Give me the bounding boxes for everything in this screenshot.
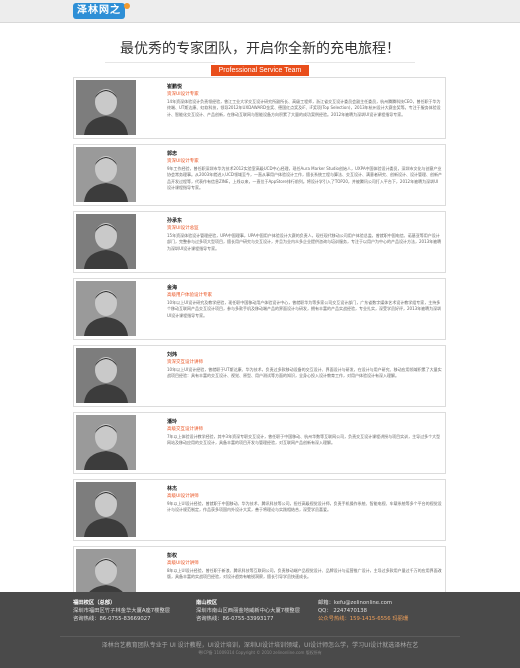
expert-role: 资深交互设计讲师 xyxy=(167,360,203,365)
expert-name: 刘炜 xyxy=(167,352,178,358)
site-logo[interactable]: 泽林网之 xyxy=(73,3,125,19)
expert-info: 金海高级用户体验设计专家 10年以上UI设计研究及教学经验，现任职中国移动用户体验… xyxy=(167,284,442,319)
footer-email-link[interactable]: 邮箱：kefu@zelinonline.com xyxy=(318,599,408,607)
footer: 福田校区（总部） 深圳市福田区竹子林金华大厦A座7楼整层 咨询热线：86-075… xyxy=(0,592,520,668)
expert-role: 高级用户体验设计专家 xyxy=(167,293,212,298)
footer-nanshan-address: 深圳市南山区西丽金地威新中心大厦7楼整层 xyxy=(196,608,301,614)
expert-info: 彭权高级UI设计讲师 8年以上UI设计经验，曾任职于新浪、腾讯科技等互联网公司，负… xyxy=(167,552,442,581)
expert-role: 资深UI设计总监 xyxy=(167,226,199,231)
expert-photo xyxy=(76,80,136,135)
expert-photo xyxy=(76,348,136,403)
expert-photo xyxy=(76,281,136,336)
expert-photo xyxy=(76,147,136,202)
expert-info: 崔鹏悦资深UI设计专家 14年资深体验设计负责领经验，曾江工业大学交互设计研究所副… xyxy=(167,83,442,118)
expert-role: 高级UI设计讲师 xyxy=(167,494,199,499)
page-title: 最优秀的专家团队，开启你全新的充电旅程！ xyxy=(120,41,400,57)
expert-card: 孙承东资深UI设计总监 15年资深体验设计管理经验，UPA中国理事，UPA中国用户… xyxy=(73,211,446,273)
expert-name: 郭忠 xyxy=(167,151,178,157)
expert-card: 林杰高级UI设计讲师 9年以上UI设计经验，曾就职于中国移动、华为技术、腾讯科技等… xyxy=(73,479,446,541)
expert-name: 林杰 xyxy=(167,486,178,492)
footer-qq[interactable]: QQ： 2247470138 xyxy=(318,607,408,615)
expert-role: 高级交互设计讲师 xyxy=(167,427,203,432)
expert-card: 刘炜资深交互设计讲师 10年以上UI设计经验，曾就职于UT斯达康、华为技术，负责过… xyxy=(73,345,446,407)
expert-card: 郭忠资深UI设计专家 9年工作经验，曾任职深圳市华为技术2012实验室高级UCD中… xyxy=(73,144,446,206)
logo-dot-icon xyxy=(124,3,130,9)
expert-info: 郭忠资深UI设计专家 9年工作经验，曾任职深圳市华为技术2012实验室高级UCD中… xyxy=(167,150,442,191)
tagline-badge: Professional Service Team xyxy=(210,65,310,76)
footer-divider xyxy=(60,636,460,637)
footer-nanshan-title: 南山校区 xyxy=(196,600,218,606)
expert-card: 崔鹏悦资深UI设计专家 14年资深体验设计负责领经验，曾江工业大学交互设计研究所副… xyxy=(73,77,446,139)
expert-info: 潘玲高级交互设计讲师 7年以上体验设计教学经验，其中3年资深专职交互设计，曾任职于… xyxy=(167,418,442,447)
expert-bio: 8年以上UI设计经验，曾任职于新浪、腾讯科技等互联网公司，负责移动端产品视觉设计… xyxy=(167,568,442,580)
expert-bio: 10年以上UI设计经验，曾就职于UT斯达康、华为技术，负责过多款移动设备的交互设… xyxy=(167,367,442,379)
footer-hq: 福田校区（总部） 深圳市福田区竹子林金华大厦A座7楼整层 咨询热线：86-075… xyxy=(73,599,170,623)
footer-nanshan: 南山校区 深圳市南山区西丽金地威新中心大厦7楼整层 咨询热线：86-0755-3… xyxy=(196,599,300,623)
tagline-wrap: Professional Service Team xyxy=(0,57,520,76)
expert-bio: 14年资深体验设计负责领经验，曾江工业大学交互设计研究所副所长、高级工程师，浙江… xyxy=(167,99,441,117)
expert-bio: 10年以上UI设计研究及教学经验，现任职中国移动用户体验设计中心，曾就职华为等多… xyxy=(167,300,442,318)
expert-name: 崔鹏悦 xyxy=(167,84,183,90)
footer-copyright: 粤ICP备 11009314 Copyright © 2010 zelinonl… xyxy=(198,650,322,655)
footer-hq-title: 福田校区（总部） xyxy=(73,600,116,606)
expert-info: 刘炜资深交互设计讲师 10年以上UI设计经验，曾就职于UT斯达康、华为技术，负责过… xyxy=(167,351,442,380)
expert-photo xyxy=(76,214,136,269)
expert-name: 潘玲 xyxy=(167,419,178,425)
expert-role: 高级UI设计讲师 xyxy=(167,561,199,566)
expert-role: 资深UI设计专家 xyxy=(167,92,199,97)
expert-card: 潘玲高级交互设计讲师 7年以上体验设计教学经验，其中3年资深专职交互设计，曾任职于… xyxy=(73,412,446,474)
footer-nanshan-phone: 咨询热线：86-0755-33993177 xyxy=(196,616,274,622)
expert-list: 崔鹏悦资深UI设计专家 14年资深体验设计负责领经验，曾江工业大学交互设计研究所副… xyxy=(73,77,446,613)
footer-hq-phone: 咨询热线：86-0755-83669027 xyxy=(73,616,151,622)
expert-info: 孙承东资深UI设计总监 15年资深体验设计管理经验，UPA中国理事，UPA中国用户… xyxy=(167,217,442,252)
footer-hq-address: 深圳市福田区竹子林金华大厦A座7楼整层 xyxy=(73,608,171,614)
expert-name: 孙承东 xyxy=(167,218,183,224)
expert-bio: 7年以上体验设计教学经验，其中3年资深专职交互设计，曾任职于中国移动、杭州华数等… xyxy=(167,434,441,446)
expert-name: 金海 xyxy=(167,285,178,291)
expert-card: 金海高级用户体验设计专家 10年以上UI设计研究及教学经验，现任职中国移动用户体验… xyxy=(73,278,446,340)
expert-photo xyxy=(76,415,136,470)
expert-role: 资深UI设计专家 xyxy=(167,159,199,164)
expert-info: 林杰高级UI设计讲师 9年以上UI设计经验，曾就职于中国移动、华为技术、腾讯科技等… xyxy=(167,485,442,514)
expert-photo xyxy=(76,482,136,537)
footer-contact: 邮箱：kefu@zelinonline.com QQ： 2247470138 公… xyxy=(318,599,408,623)
expert-name: 彭权 xyxy=(167,553,178,559)
top-bar: 泽林网之 xyxy=(0,0,520,23)
expert-bio: 9年工作经验，曾任职深圳市华为技术2012实验室高级UCD中心经理，现任Aura… xyxy=(167,166,442,190)
expert-bio: 15年资深体验设计管理经验，UPA中国理事，UPA中国用户体验设计大赛的负责人，… xyxy=(167,233,442,251)
expert-bio: 9年以上UI设计经验，曾就职于中国移动、华为技术、腾讯科技等公司，担任高级视觉设… xyxy=(167,501,442,513)
footer-hotline: 公众号热线：159-1415-6556 玛丽珊 xyxy=(318,616,409,622)
footer-slogan: 泽林台艺教育团队专业于 UI 设计教程，UI设计培训，深圳UI设计培训领域，UI… xyxy=(101,642,419,649)
